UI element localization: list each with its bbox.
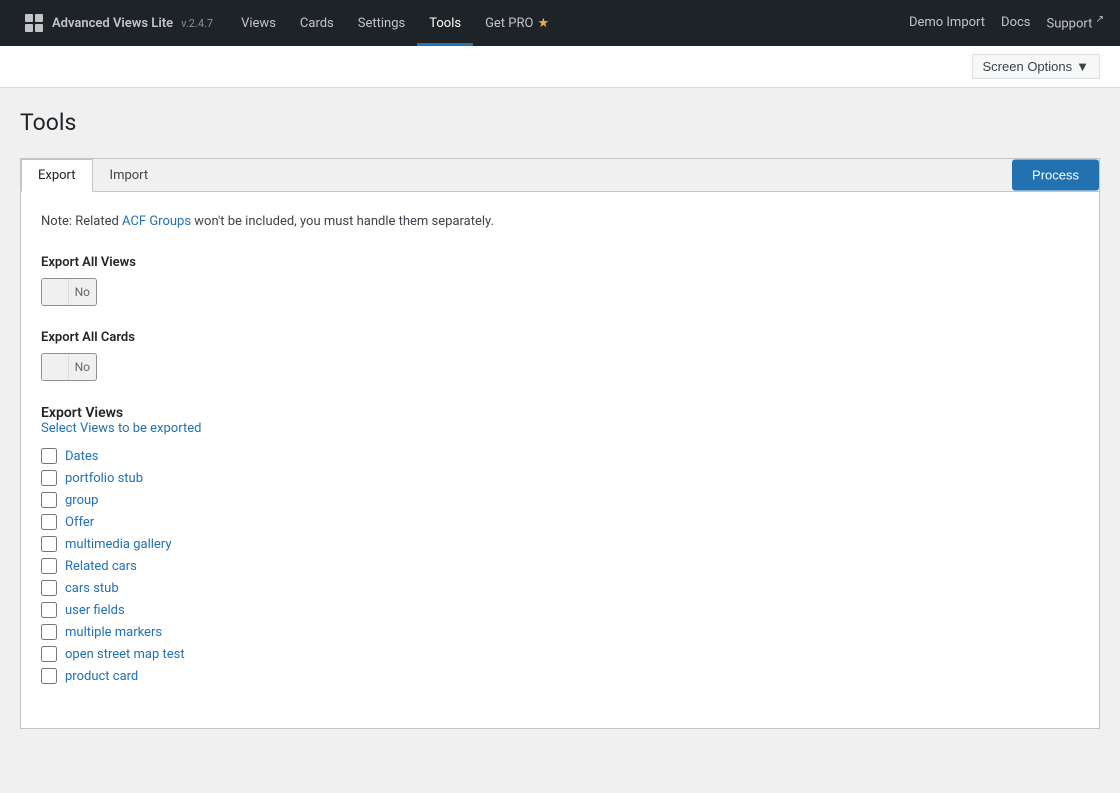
views-checkbox-list: Dates portfolio stub group Offer multimedia … [41, 448, 1079, 684]
toggle-track [42, 279, 69, 305]
list-item: Offer [41, 514, 1079, 530]
checkbox-label-product-card[interactable]: product card [65, 669, 138, 684]
nav-item-tools[interactable]: Tools [417, 0, 473, 46]
screen-options-button[interactable]: Screen Options ▼ [972, 54, 1100, 79]
nav-item-getpro[interactable]: Get PRO ★ [473, 0, 561, 46]
page-wrap: Tools Export Import Process Note: Relate… [0, 88, 1120, 749]
tab-bar: Export Import Process [20, 158, 1100, 191]
checkbox-label-multimedia-gallery[interactable]: multimedia gallery [65, 537, 171, 552]
checkbox-multiple-markers[interactable] [41, 624, 57, 640]
checkbox-label-offer[interactable]: Offer [65, 515, 94, 530]
nav-item-settings[interactable]: Settings [346, 0, 417, 46]
top-navigation: Advanced Views Lite v.2.4.7 Views Cards … [0, 0, 1120, 46]
nav-demo-import[interactable]: Demo Import [909, 15, 985, 30]
checkbox-label-multiple-markers[interactable]: multiple markers [65, 625, 162, 640]
checkbox-related-cars[interactable] [41, 558, 57, 574]
list-item: open street map test [41, 646, 1079, 662]
toggle-track-cards [42, 354, 69, 380]
export-all-cards-toggle-wrap: No [41, 353, 1079, 381]
sub-header: Screen Options ▼ [0, 46, 1120, 88]
process-button[interactable]: Process [1012, 159, 1099, 190]
main-nav-menu: Views Cards Settings Tools Get PRO ★ [229, 0, 561, 46]
select-views-subtitle[interactable]: Select Views to be exported [41, 421, 1079, 436]
checkbox-label-open-street-map-test[interactable]: open street map test [65, 647, 185, 662]
app-name: Advanced Views Lite [52, 16, 173, 31]
content-area: Note: Related ACF Groups won't be includ… [20, 191, 1100, 730]
tab-export[interactable]: Export [21, 159, 93, 192]
note-text: Note: Related ACF Groups won't be includ… [41, 212, 1079, 232]
export-all-views-toggle[interactable]: No [41, 278, 97, 306]
checkbox-dates[interactable] [41, 448, 57, 464]
checkbox-label-dates[interactable]: Dates [65, 449, 98, 464]
list-item: multiple markers [41, 624, 1079, 640]
nav-docs[interactable]: Docs [1001, 15, 1030, 30]
checkbox-offer[interactable] [41, 514, 57, 530]
logo-icon [24, 13, 44, 33]
app-logo[interactable]: Advanced Views Lite v.2.4.7 [16, 13, 221, 33]
checkbox-cars-stub[interactable] [41, 580, 57, 596]
export-all-cards-toggle[interactable]: No [41, 353, 97, 381]
checkbox-label-user-fields[interactable]: user fields [65, 603, 125, 618]
list-item: Related cars [41, 558, 1079, 574]
toggle-no-label: No [69, 279, 96, 305]
external-link-icon: ↗ [1096, 14, 1104, 25]
checkbox-label-related-cars[interactable]: Related cars [65, 559, 137, 574]
list-item: multimedia gallery [41, 536, 1079, 552]
acf-groups-link[interactable]: ACF Groups [122, 214, 191, 229]
nav-right-links: Demo Import Docs Support ↗ [909, 14, 1104, 31]
checkbox-label-portfolio-stub[interactable]: portfolio stub [65, 471, 143, 486]
export-all-views-field: Export All Views No [41, 255, 1079, 306]
export-views-title: Export Views [41, 405, 123, 421]
checkbox-open-street-map-test[interactable] [41, 646, 57, 662]
nav-item-views[interactable]: Views [229, 0, 288, 46]
export-views-section: Export Views Select Views to be exported… [41, 405, 1079, 684]
list-item: cars stub [41, 580, 1079, 596]
list-item: user fields [41, 602, 1079, 618]
export-all-views-toggle-wrap: No [41, 278, 1079, 306]
checkbox-portfolio-stub[interactable] [41, 470, 57, 486]
export-all-cards-field: Export All Cards No [41, 330, 1079, 381]
toggle-no-label-cards: No [69, 354, 96, 380]
export-all-views-label: Export All Views [41, 255, 1079, 270]
list-item: Dates [41, 448, 1079, 464]
page-title: Tools [20, 108, 1100, 138]
list-item: group [41, 492, 1079, 508]
checkbox-product-card[interactable] [41, 668, 57, 684]
chevron-down-icon: ▼ [1076, 59, 1089, 74]
list-item: portfolio stub [41, 470, 1079, 486]
checkbox-group[interactable] [41, 492, 57, 508]
export-all-cards-label: Export All Cards [41, 330, 1079, 345]
checkbox-multimedia-gallery[interactable] [41, 536, 57, 552]
app-version: v.2.4.7 [181, 17, 213, 30]
checkbox-label-cars-stub[interactable]: cars stub [65, 581, 119, 596]
nav-support[interactable]: Support ↗ [1047, 14, 1105, 31]
tab-import[interactable]: Import [93, 159, 166, 192]
checkbox-label-group[interactable]: group [65, 493, 98, 508]
list-item: product card [41, 668, 1079, 684]
star-icon: ★ [537, 16, 549, 31]
nav-item-cards[interactable]: Cards [288, 0, 346, 46]
checkbox-user-fields[interactable] [41, 602, 57, 618]
